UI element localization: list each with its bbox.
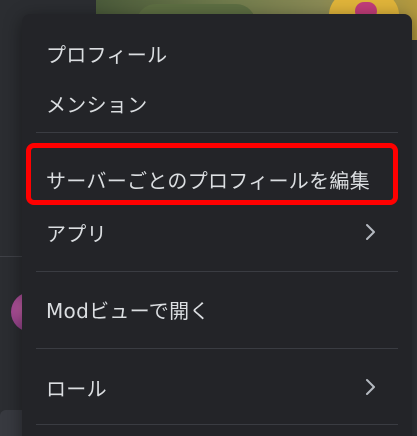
background-input-edge <box>0 410 24 436</box>
menu-item-label: ロール <box>46 376 107 401</box>
discord-window: プロフィール メンション サーバーごとのプロフィールを編集 アプリ Modビュー… <box>0 0 417 436</box>
menu-item-label: Modビューで開く <box>46 298 210 323</box>
menu-item-label: メンション <box>46 92 148 117</box>
menu-item-apps[interactable]: アプリ <box>22 214 412 250</box>
chevron-right-icon <box>366 224 375 240</box>
chevron-right-icon <box>366 379 375 395</box>
menu-separator <box>36 424 398 425</box>
user-context-menu: プロフィール メンション サーバーごとのプロフィールを編集 アプリ Modビュー… <box>22 14 412 436</box>
menu-separator <box>36 348 398 349</box>
menu-separator <box>36 271 398 272</box>
background-divider <box>0 256 24 257</box>
menu-item-open-mod-view[interactable]: Modビューで開く <box>22 291 412 327</box>
red-highlight-box <box>26 143 398 205</box>
menu-item-profile[interactable]: プロフィール <box>22 35 412 71</box>
menu-item-label: プロフィール <box>46 42 168 67</box>
menu-item-mention[interactable]: メンション <box>22 85 412 121</box>
menu-item-roles[interactable]: ロール <box>22 369 412 405</box>
menu-separator <box>36 132 398 133</box>
menu-item-label: アプリ <box>46 221 107 246</box>
